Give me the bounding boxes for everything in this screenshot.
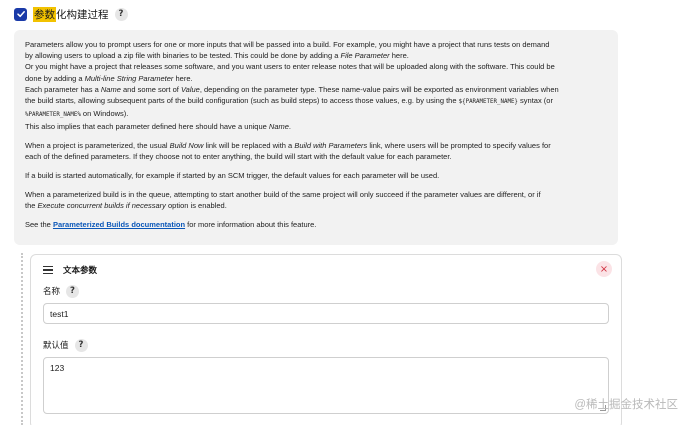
default-value-label: 默认值: [43, 340, 69, 350]
check-icon: [16, 11, 25, 18]
help-text: each of the defined parameters. If they …: [25, 152, 452, 162]
default-value-text: 123: [50, 363, 65, 373]
help-text: syntax (or: [517, 96, 553, 106]
help-text: link will be replaced with a: [203, 141, 295, 151]
help-text: here.: [173, 73, 193, 83]
help-emphasis: Name: [268, 122, 289, 132]
help-emphasis: File Parameter: [340, 51, 390, 61]
default-value-textarea[interactable]: 123: [43, 357, 609, 414]
help-text: When a parameterized build is in the que…: [25, 190, 541, 200]
nesting-guide: [21, 253, 23, 425]
drag-handle-icon[interactable]: [43, 266, 53, 274]
help-text: option is enabled.: [165, 201, 227, 211]
help-emphasis: Name: [100, 84, 121, 94]
help-icon[interactable]: ?: [114, 7, 128, 21]
title-rest: 化构建过程: [56, 8, 109, 21]
help-text: the: [25, 201, 38, 211]
name-input[interactable]: test1: [43, 303, 609, 324]
card-header: 文本参数: [43, 255, 609, 285]
help-panel: Parameters allow you to prompt users for…: [14, 30, 618, 245]
watermark: @稀土掘金技术社区: [574, 399, 678, 411]
parameterized-checkbox[interactable]: [14, 7, 27, 21]
help-text: .: [288, 122, 292, 132]
help-text: Or you might have a project that release…: [25, 62, 555, 72]
card-title: 文本参数: [63, 265, 98, 275]
help-text: by allowing users to upload a zip file w…: [25, 51, 341, 61]
help-emphasis: Execute concurrent builds if necessary: [37, 201, 166, 211]
help-text: for more information about this feature.: [185, 220, 317, 230]
help-paragraph-4: When a parameterized build is in the que…: [25, 189, 607, 211]
name-label-row: 名称 ?: [43, 284, 609, 298]
help-text: and some sort of: [120, 84, 181, 94]
help-paragraph-1: Parameters allow you to prompt users for…: [25, 39, 607, 133]
docs-link[interactable]: Parameterized Builds documentation: [53, 220, 185, 229]
help-emphasis: Value: [180, 84, 200, 94]
help-text: link, where users will be prompted to sp…: [367, 141, 551, 151]
help-text: here.: [389, 51, 409, 61]
help-text: , depending on the parameter type. These…: [199, 84, 559, 94]
help-text: Parameters allow you to prompt users for…: [25, 40, 550, 49]
title-highlight: 参数: [33, 6, 56, 22]
string-parameter-card: 文本参数 × 名称 ? test1 默认值 ? 123: [30, 254, 622, 425]
help-emphasis: Build Now: [169, 141, 204, 151]
name-label: 名称: [43, 286, 61, 296]
help-paragraph-2: When a project is parameterized, the usu…: [25, 140, 607, 162]
help-paragraph-3: If a build is started automatically, for…: [25, 171, 440, 181]
help-paragraph-5: See the Parameterized Builds documentati…: [25, 219, 607, 230]
close-icon[interactable]: ×: [596, 261, 612, 277]
help-code: ${PARAMETER_NAME}: [458, 99, 518, 106]
help-text: on Windows).: [80, 109, 129, 119]
help-text: the build starts, allowing subsequent pa…: [25, 96, 459, 106]
help-emphasis: Multi-line String Parameter: [84, 73, 174, 83]
help-text: When a project is parameterized, the usu…: [25, 141, 170, 151]
help-text: Each parameter has a: [25, 84, 101, 94]
help-icon[interactable]: ?: [66, 284, 80, 298]
help-icon[interactable]: ?: [74, 338, 88, 352]
default-label-row: 默认值 ?: [43, 338, 609, 352]
help-text: This also implies that each parameter de…: [25, 122, 269, 132]
help-emphasis: Build with Parameters: [294, 141, 368, 151]
help-text: See the: [25, 220, 53, 230]
name-input-value: test1: [50, 308, 69, 319]
param-build-option: 参数 化构建过程 ?: [14, 6, 128, 22]
help-code: %PARAMETER_NAME%: [25, 112, 81, 119]
option-title: 参数 化构建过程: [33, 6, 109, 22]
help-text: done by adding a: [25, 73, 85, 83]
